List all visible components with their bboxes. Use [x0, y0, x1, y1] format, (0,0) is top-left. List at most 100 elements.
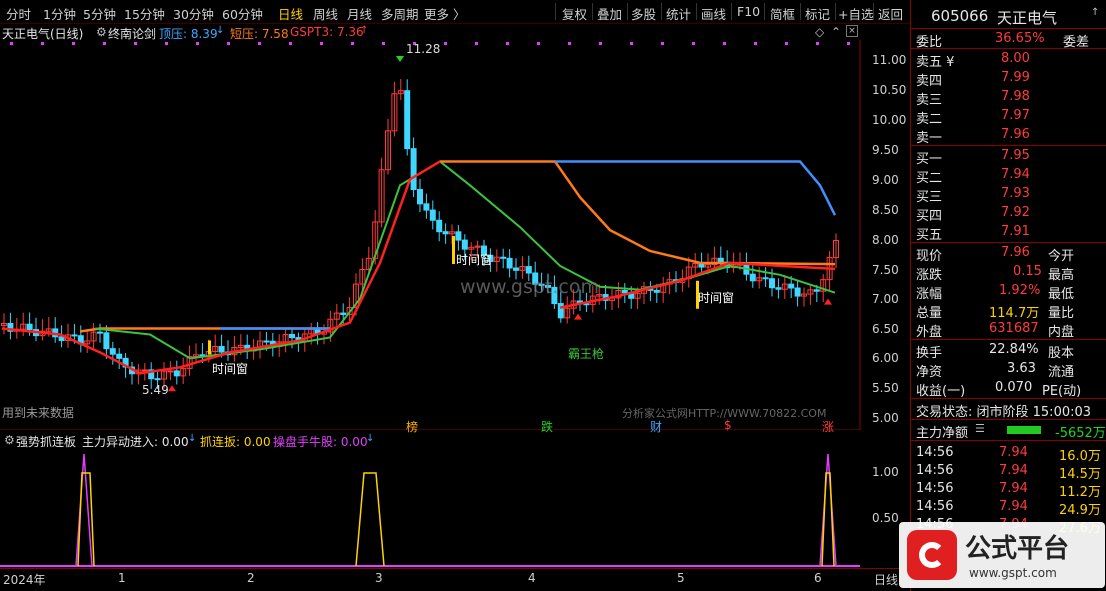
candle-body: [71, 334, 78, 337]
candle-body: [525, 266, 532, 274]
close-icon[interactable]: ×: [846, 25, 858, 37]
candle-body: [775, 287, 782, 290]
buy-arrow-icon: [574, 313, 582, 320]
arrow-down-icon: ↓: [188, 433, 197, 444]
period-tab-30min[interactable]: 30分钟: [173, 4, 214, 23]
toolbar-divider: [764, 3, 765, 20]
arrow-up-icon[interactable]: ↑: [1091, 7, 1099, 18]
overlay-button[interactable]: 叠加: [597, 4, 622, 23]
toolbar-divider: [731, 3, 732, 20]
mark-button[interactable]: 标记: [805, 4, 830, 23]
signal-dot: [723, 42, 726, 45]
bid-price[interactable]: 7.94: [1001, 167, 1030, 182]
signal-dot: [568, 42, 571, 45]
list-icon[interactable]: ☰: [975, 422, 985, 435]
event-marker-dollar[interactable]: $: [724, 418, 732, 432]
ask-price[interactable]: 7.97: [1001, 108, 1030, 123]
signal-dot: [41, 42, 44, 45]
ask-label: 卖二: [916, 112, 943, 127]
x-tick: 6: [814, 571, 822, 585]
y-tick: 10.00: [872, 113, 907, 127]
arrow-up-icon: ↑: [360, 25, 369, 36]
period-tab-daily[interactable]: 日线: [278, 4, 303, 23]
period-tab-more[interactable]: 更多 〉: [424, 4, 465, 23]
signal-dot: [227, 42, 230, 45]
future-data-note: 用到未来数据: [2, 406, 75, 420]
y-tick: 9.50: [872, 143, 899, 157]
period-tab-1min[interactable]: 1分钟: [43, 4, 76, 23]
period-tab-5min[interactable]: 5分钟: [83, 4, 116, 23]
stat-label: 股本: [1048, 346, 1075, 361]
bid-label: 买一: [916, 152, 943, 167]
time-window-label: 时间窗: [212, 362, 249, 376]
arrow-down-icon: ↓: [366, 433, 375, 444]
sub-y-tick: 0.50: [872, 511, 899, 525]
period-tab-15min[interactable]: 15分钟: [124, 4, 165, 23]
bid-price[interactable]: 7.91: [1001, 224, 1030, 239]
bid-price[interactable]: 7.93: [1001, 186, 1030, 201]
toolbar-divider: [800, 3, 801, 20]
stat-label: 换手: [916, 346, 943, 361]
period-tab-intraday[interactable]: 分时: [6, 4, 31, 23]
stat-label: 最低: [1048, 287, 1075, 302]
stat-value: 1.92%: [999, 283, 1041, 298]
candle-body: [436, 219, 443, 233]
sub-y-tick: 1.00: [872, 465, 899, 479]
stat-label: 现价: [916, 249, 943, 264]
tick-price: 7.94: [999, 499, 1028, 514]
ask-price[interactable]: 7.96: [1001, 127, 1030, 142]
chevron-up-icon[interactable]: ⌃: [831, 25, 841, 39]
period-indicator[interactable]: 日线: [874, 571, 898, 588]
statistics-button[interactable]: 统计: [666, 4, 691, 23]
draw-line-button[interactable]: 画线: [701, 4, 726, 23]
period-tab-monthly[interactable]: 月线: [347, 4, 372, 23]
ask-price[interactable]: 8.00: [1001, 51, 1030, 66]
signal-dot: [754, 42, 757, 45]
time-axis: 2024年 1 2 3 4 5 6 日线: [0, 568, 910, 591]
candle-body: [417, 189, 423, 205]
tick-price: 7.94: [999, 481, 1028, 496]
toolbar-divider: [627, 3, 628, 20]
time-window-bar: [208, 340, 211, 355]
bid-price[interactable]: 7.95: [1001, 148, 1030, 163]
signal-dot: [785, 42, 788, 45]
candle-body: [788, 283, 795, 289]
candlestick-chart[interactable]: [0, 40, 910, 430]
period-tab-weekly[interactable]: 周线: [313, 4, 338, 23]
arrow-down-icon: ↓: [216, 25, 225, 36]
y-tick: 7.00: [872, 292, 899, 306]
signal-dot: [692, 42, 695, 45]
signal-dot: [537, 42, 540, 45]
period-tab-multi[interactable]: 多周期: [381, 4, 419, 23]
signal-dot: [165, 42, 168, 45]
gear-icon[interactable]: ⚙: [96, 25, 107, 39]
candle-body: [289, 333, 295, 339]
y-tick: 10.50: [872, 83, 907, 97]
gear-icon[interactable]: ⚙: [4, 433, 15, 447]
ma-blue-line: [555, 160, 837, 216]
ask-price[interactable]: 7.99: [1001, 70, 1030, 85]
candle-body: [154, 378, 161, 381]
diamond-icon[interactable]: ◇: [815, 25, 824, 39]
x-tick: 4: [528, 571, 536, 585]
toolbar-divider: [835, 3, 836, 20]
back-button[interactable]: 返回: [878, 4, 903, 23]
f10-button[interactable]: F10: [737, 4, 760, 19]
add-watchlist-button[interactable]: +自选: [838, 4, 873, 23]
sub-indicator-chart[interactable]: [0, 448, 860, 568]
multi-stock-button[interactable]: 多股: [631, 4, 656, 23]
y-tick: 9.00: [872, 173, 899, 187]
candle-body: [429, 209, 436, 221]
adjust-button[interactable]: 复权: [562, 4, 587, 23]
x-tick: 3: [375, 571, 383, 585]
period-tab-60min[interactable]: 60分钟: [222, 4, 263, 23]
bid-price[interactable]: 7.92: [1001, 205, 1030, 220]
candle-body: [442, 231, 449, 235]
ask-price[interactable]: 7.98: [1001, 89, 1030, 104]
candle-body: [404, 90, 411, 150]
candle-body: [141, 369, 148, 372]
gspt-logo: 公式平台 www.gspt.com: [899, 522, 1105, 588]
y-tick: 5.00: [872, 411, 899, 425]
simple-frame-button[interactable]: 简框: [770, 4, 795, 23]
y-tick: 6.00: [872, 351, 899, 365]
